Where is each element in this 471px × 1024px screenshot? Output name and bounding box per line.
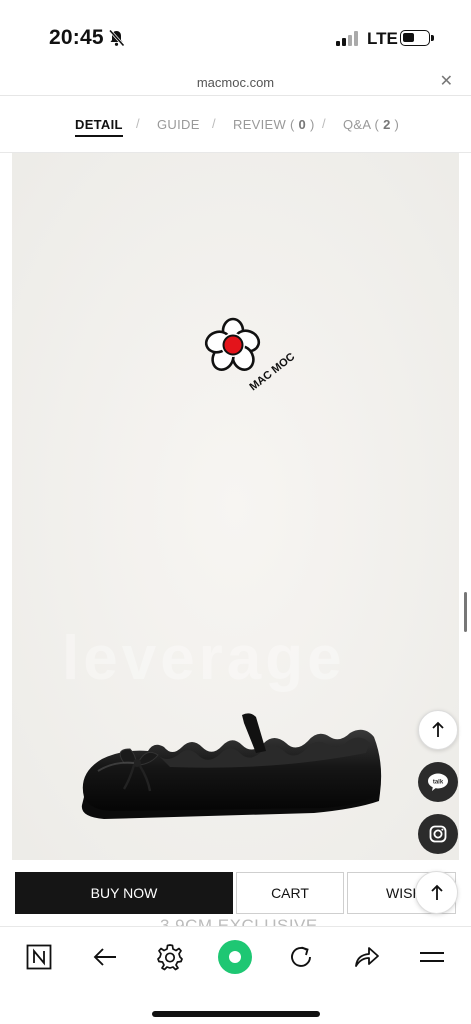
back-button[interactable] (87, 939, 123, 975)
product-tabs: DETAIL / GUIDE / REVIEW ( 0 ) / Q&A ( 2 … (0, 96, 471, 153)
scroll-indicator[interactable] (464, 592, 467, 632)
tab-separator: / (322, 116, 326, 131)
scroll-top-button-2[interactable] (415, 871, 458, 914)
url-bar[interactable]: macmoc.com ✕ (0, 70, 471, 96)
refresh-icon (291, 946, 311, 967)
buy-now-button[interactable]: BUY NOW (15, 872, 233, 914)
network-label: LTE (367, 29, 398, 48)
close-icon[interactable]: ✕ (440, 74, 453, 90)
instagram-icon (429, 825, 447, 843)
status-bar: 20:45 LTE (0, 0, 471, 70)
settings-icon (157, 944, 183, 971)
tab-separator: / (136, 116, 140, 131)
arrow-up-icon (432, 721, 444, 737)
share-button[interactable] (348, 939, 384, 975)
scroll-top-button[interactable] (418, 710, 458, 750)
home-button[interactable] (217, 939, 253, 975)
kakaotalk-button[interactable]: talk (418, 762, 458, 802)
brand-logo: MAC MOC (204, 317, 297, 394)
menu-icon (420, 952, 444, 962)
chat-bubble-icon: talk (428, 773, 448, 791)
tab-guide[interactable]: GUIDE (157, 117, 200, 132)
battery-icon (400, 30, 434, 46)
brand-logo-text: MAC MOC (247, 351, 297, 394)
tab-separator: / (212, 116, 216, 131)
tab-detail[interactable]: DETAIL (75, 117, 123, 137)
back-icon (93, 948, 116, 966)
home-indicator[interactable] (152, 1011, 320, 1017)
partial-caption: 3.9CM EXCLUSIVE (160, 916, 318, 926)
home-icon (218, 940, 252, 974)
watermark-text: leverage (62, 624, 346, 693)
tab-qna[interactable]: Q&A ( 2 ) (343, 117, 399, 132)
tab-review-count: 0 (298, 117, 307, 132)
share-icon (355, 947, 379, 967)
product-image: leverage MAC MOC (12, 153, 459, 860)
bell-muted-icon (108, 29, 125, 47)
tab-review[interactable]: REVIEW ( 0 ) (233, 117, 315, 132)
refresh-button[interactable] (283, 939, 319, 975)
tab-qna-label: Q&A (343, 117, 371, 132)
instagram-button[interactable] (418, 814, 458, 854)
arrow-up-icon (430, 884, 443, 900)
cart-button[interactable]: CART (236, 872, 344, 914)
signal-icon (336, 31, 359, 46)
tab-review-label: REVIEW (233, 117, 287, 132)
url-text[interactable]: macmoc.com (0, 75, 471, 90)
naver-icon (26, 944, 52, 970)
menu-button[interactable] (414, 939, 450, 975)
tab-qna-count: 2 (383, 117, 391, 132)
svg-text:talk: talk (433, 780, 444, 786)
naver-button[interactable] (21, 939, 57, 975)
shoe-image (81, 713, 382, 819)
browser-toolbar (0, 926, 471, 1024)
settings-button[interactable] (152, 939, 188, 975)
status-time: 20:45 (49, 26, 104, 49)
